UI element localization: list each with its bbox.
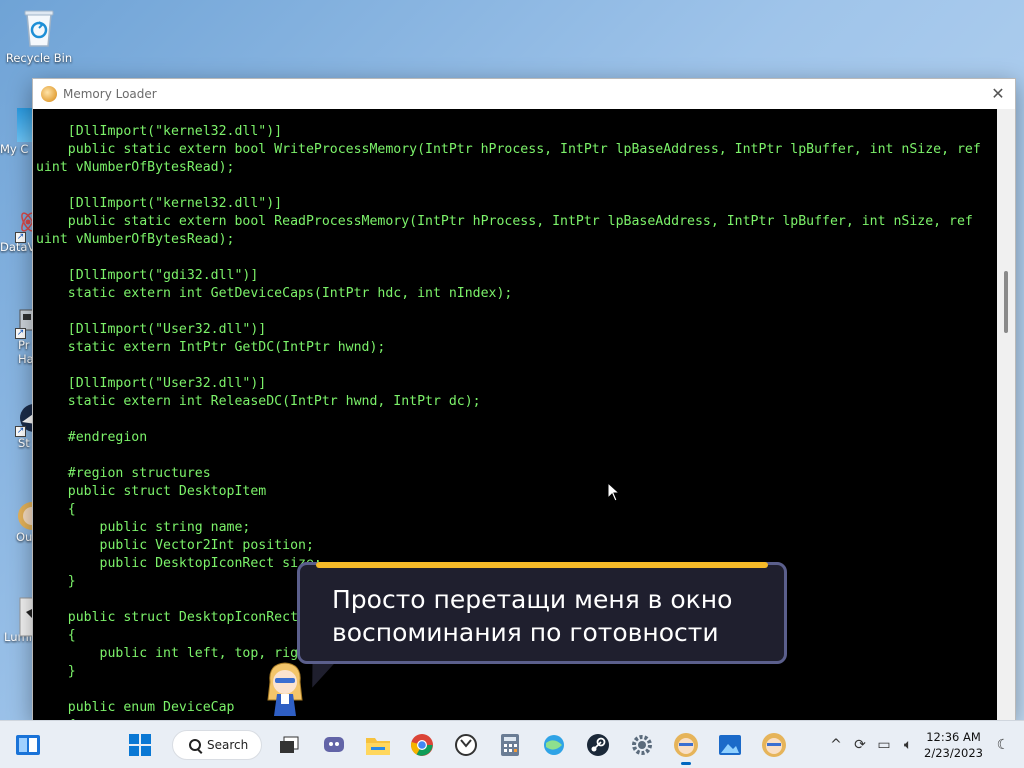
code-line: public struct DesktopItem [36, 484, 267, 499]
shortcut-arrow-icon: ↗ [15, 426, 26, 437]
desktop-icon-pr-ha[interactable]: ↗ Pr Ha [0, 304, 34, 366]
desktop-icon-datav[interactable]: ↗ DataV [0, 206, 34, 254]
character-app-taskbar-button[interactable] [758, 729, 790, 761]
code-line: #region structures [36, 466, 211, 481]
code-line: public Vector2Int position; [36, 538, 314, 553]
desktop-icon-ou[interactable]: Ou [0, 496, 34, 544]
settings-gear-button[interactable] [626, 729, 658, 761]
code-line: [DllImport("User32.dll")] [36, 376, 267, 391]
search-label: Search [207, 738, 249, 752]
code-line: [DllImport("kernel32.dll")] [36, 196, 283, 211]
taskbar: Search ^ ⟳ ▭ 🔈︎ 12:36 AM 2/23/2023 ☾ [0, 720, 1024, 768]
code-line: public enum DeviceCap [36, 700, 235, 715]
window-title: Memory Loader [63, 87, 157, 101]
code-line: public static extern bool ReadProcessMem… [36, 214, 973, 229]
taskbar-search[interactable]: Search [172, 730, 262, 760]
code-line: [DllImport("gdi32.dll")] [36, 268, 259, 283]
desktop-icon-my-computer[interactable]: My C [0, 108, 34, 156]
atom-icon: ↗ [6, 206, 34, 243]
clock-time: 12:36 AM [926, 730, 981, 744]
sync-icon[interactable]: ⟳ [849, 737, 871, 753]
start-button[interactable] [124, 729, 156, 761]
scrollbar-thumb[interactable] [1004, 271, 1008, 333]
printer-icon: ↗ [6, 304, 34, 339]
desktop-icon-lumi[interactable]: Lumi [0, 596, 34, 644]
mascot-character[interactable] [262, 660, 308, 718]
launcher-icon: ↗ [6, 402, 34, 437]
desktop-icon-label: Ou [16, 530, 33, 544]
code-line: #endregion [36, 430, 148, 445]
code-line: uint vNumberOfBytesRead); [36, 160, 235, 175]
bubble-accent-stripe [316, 562, 768, 568]
calculator-button[interactable] [494, 729, 526, 761]
clock-app-button[interactable] [450, 729, 482, 761]
memory-loader-taskbar-button[interactable] [670, 729, 702, 765]
speech-bubble: Просто перетащи меня в окно воспоминания… [297, 562, 787, 664]
window-titlebar[interactable]: Memory Loader ✕ [33, 79, 1015, 109]
mouse-pointer-icon [607, 481, 621, 502]
file-explorer-button[interactable] [362, 729, 394, 761]
shortcut-arrow-icon: ↗ [15, 328, 26, 339]
bubble-text-line-2: воспоминания по готовности [332, 618, 719, 647]
code-line: [DllImport("User32.dll")] [36, 322, 267, 337]
network-tool-button[interactable] [538, 729, 570, 761]
display-icon[interactable]: ▭ [873, 737, 895, 753]
code-line: { [36, 502, 76, 517]
clock-date: 2/23/2023 [924, 746, 983, 760]
code-line: static extern int GetDeviceCaps(IntPtr h… [36, 286, 513, 301]
chrome-browser-button[interactable] [406, 729, 438, 761]
bubble-text-line-1: Просто перетащи меня в окно [332, 585, 733, 614]
volume-icon[interactable]: 🔈︎ [897, 737, 919, 753]
chevron-up-icon[interactable]: ^ [825, 737, 847, 753]
recycle-bin-icon [19, 8, 59, 48]
code-line: uint vNumberOfBytesRead); [36, 232, 235, 247]
moon-icon[interactable]: ☾ [992, 737, 1014, 753]
code-line: [DllImport("kernel32.dll")] [36, 124, 283, 139]
shortcut-arrow-icon: ↗ [15, 232, 26, 243]
app-icon [41, 86, 57, 102]
code-line: static extern int ReleaseDC(IntPtr hwnd,… [36, 394, 481, 409]
code-line: public static extern bool WriteProcessMe… [36, 142, 981, 157]
widgets-button[interactable] [12, 729, 44, 761]
photos-button[interactable] [714, 729, 746, 761]
close-button[interactable]: ✕ [989, 85, 1007, 103]
code-line: static extern IntPtr GetDC(IntPtr hwnd); [36, 340, 386, 355]
document-icon [6, 596, 34, 637]
desktop-icon-st[interactable]: ↗ St [0, 402, 34, 450]
recycle-bin-desktop-icon[interactable]: Recycle Bin [0, 8, 78, 65]
recycle-bin-label: Recycle Bin [5, 51, 73, 65]
steam-button[interactable] [582, 729, 614, 761]
desktop-icon-label: St [18, 436, 30, 450]
code-line: public string name; [36, 520, 251, 535]
vertical-scrollbar[interactable] [997, 109, 1015, 721]
task-view-button[interactable] [273, 729, 305, 761]
character-app-icon [6, 496, 34, 530]
desktop-icon-label: My C [0, 142, 29, 156]
chat-app-button[interactable] [318, 729, 350, 761]
system-tray: ^ ⟳ ▭ 🔈︎ 12:36 AM 2/23/2023 ☾ [824, 721, 1024, 768]
search-icon [189, 739, 201, 751]
code-line: } [36, 664, 76, 679]
taskbar-clock[interactable]: 12:36 AM 2/23/2023 [924, 729, 983, 761]
